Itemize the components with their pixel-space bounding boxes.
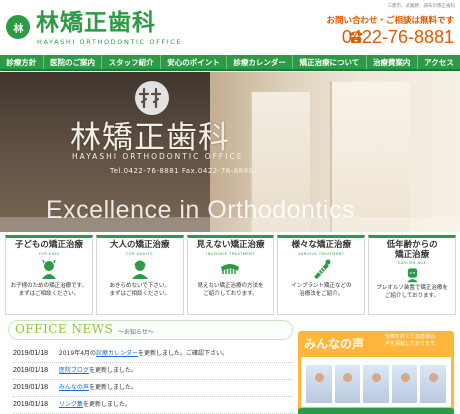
card-subtitle: FOR ADULTS (126, 252, 154, 256)
voices-photo-strip (301, 357, 451, 407)
card-adults[interactable]: 大人の矯正治療 FOR ADULTS あきらめないで下さい。 まずはご相談くださ… (95, 235, 184, 315)
news-date: 2019/01/18 (13, 367, 49, 374)
patient-voices-banner[interactable]: みんなの声 治療を終えた患者様の 声を掲載しております。 (298, 331, 454, 414)
global-nav: 診療方針 医院のご案内 スタッフ紹介 安心のポイント 診療カレンダー 矯正治療に… (0, 55, 460, 71)
news-link[interactable]: リンク集 (59, 401, 83, 408)
card-subtitle: VARIOUS TREATMENT (298, 252, 345, 256)
news-subtitle: ～お知らせ～ (118, 329, 154, 336)
card-subtitle: FOR KIDS (38, 252, 60, 256)
card-invisible[interactable]: 見えない矯正治療 INVISIBLE TREATMENT 見えない矯正治療の方法… (186, 235, 275, 315)
nav-item-calendar[interactable]: 診療カレンダー (227, 55, 294, 69)
news-header: OFFICE NEWS ～お知らせ～ (8, 320, 293, 340)
news-item: 2019/01/18 みんなの声を更新しました。 (13, 380, 293, 397)
news-date: 2019/01/18 (13, 384, 49, 391)
news-text: を更新しました。 (88, 367, 137, 374)
card-title: 低年齢からの (386, 240, 438, 250)
voices-note-line: 治療を終えた患者様の (385, 334, 436, 340)
card-description: 見えない矯正治療の方法を (197, 283, 264, 289)
news-item: 2019/01/18 医院ブログを更新しました。 (13, 363, 293, 380)
phone-number[interactable]: 0422-76-8881 (342, 26, 454, 48)
patient-photo (391, 365, 418, 403)
news-link[interactable]: みんなの声 (59, 384, 89, 391)
card-title: 大人の矯正治療 (109, 240, 170, 250)
card-subtitle: INVISIBLE TREATMENT (206, 252, 255, 256)
nav-item-points[interactable]: 安心のポイント (161, 55, 228, 69)
card-title: 矯正治療 (395, 250, 430, 260)
voices-note-line: 声を掲載しております。 (385, 341, 440, 347)
site-logo-subtitle: HAYASHI ORTHODONTIC OFFICE (37, 38, 183, 46)
hero-sign-name: 林矯正歯科 (70, 120, 230, 156)
card-description: まずはご相談ください。 (18, 291, 80, 297)
patient-photo (334, 365, 361, 403)
nav-item-access[interactable]: アクセス (418, 55, 460, 69)
patient-photo (306, 365, 332, 403)
site-tagline: 三鷹市、武蔵野、調布の矯正歯科 (387, 4, 456, 9)
implant-icon (314, 259, 331, 279)
treatment-cards: 子どもの矯正治療 FOR KIDS お子様のための矯正治療です。 まずはご相談く… (5, 235, 456, 315)
card-description: ご紹介しております。 (203, 291, 258, 297)
news-item: 2019/01/18 2019年4月の診療カレンダーを更新しました。ご確認下さい… (13, 346, 293, 363)
card-title: 様々な矯正治療 (291, 240, 352, 250)
site-header: 林 林矯正歯科 HAYASHI ORTHODONTIC OFFICE 三鷹市、武… (0, 0, 460, 55)
invisible-aligner-icon (221, 264, 240, 274)
nav-item-policy[interactable]: 診療方針 (0, 55, 44, 69)
hero-slogan: Excellence in Orthodontics (46, 196, 355, 224)
card-title: 子どもの矯正治療 (14, 240, 83, 250)
card-description: プレオルソ装置で矯正治療を (376, 285, 448, 291)
logo-mark[interactable]: 林 (6, 15, 30, 39)
news-link[interactable]: 医院ブログ (59, 367, 89, 374)
card-kids[interactable]: 子どもの矯正治療 FOR KIDS お子様のための矯正治療です。 まずはご相談く… (5, 235, 93, 315)
nav-item-orthodontics[interactable]: 矯正治療について (293, 55, 367, 69)
toddler-icon (406, 268, 418, 283)
card-description: 治療法をご紹介。 (299, 291, 344, 297)
card-subtitle: EARLIER AGE (397, 261, 427, 265)
patient-photo (420, 365, 446, 403)
voices-note: 治療を終えた患者様の 声を掲載しております。 (385, 334, 439, 348)
hero-sign-phone: Tel.0422-76-8881 Fax.0422-76-8880 (110, 167, 254, 175)
card-description: まずはご相談ください。 (109, 291, 170, 297)
site-logo-text[interactable]: 林矯正歯科 (36, 9, 156, 37)
news-date: 2019/01/18 (13, 350, 49, 357)
news-date: 2019/01/18 (13, 401, 49, 408)
news-item: 2019/01/18 リンク集を更新しました。 (13, 397, 293, 414)
news-title: OFFICE NEWS (15, 322, 114, 336)
news-link[interactable]: 診療カレンダー (96, 350, 138, 357)
card-description: お子様のための矯正治療です。 (10, 283, 88, 289)
card-early-age[interactable]: 低年齢からの 矯正治療 EARLIER AGE プレオルソ装置で矯正治療を ご紹… (368, 235, 456, 315)
hero-sign-subtitle: HAYASHI ORTHODONTIC OFFICE (72, 152, 244, 161)
hero-logo-mark-icon (135, 81, 169, 115)
news-text: を更新しました。ご確認下さい。 (138, 350, 229, 357)
nav-item-fees[interactable]: 治療費案内 (367, 55, 418, 69)
news-text: を更新しました。 (88, 384, 137, 391)
patient-photo (363, 365, 389, 403)
child-icon (41, 259, 56, 279)
card-title: 見えない矯正治療 (196, 240, 265, 250)
contact-note: お問い合わせ・ご相談は無料です (326, 16, 454, 26)
card-description: インプラント矯正などの (291, 283, 352, 289)
next-banner-edge (298, 408, 454, 414)
hero-banner: 林矯正歯科 HAYASHI ORTHODONTIC OFFICE Tel.042… (0, 72, 460, 232)
card-description: ご紹介しております。 (385, 293, 440, 299)
nav-item-staff[interactable]: スタッフ紹介 (102, 55, 161, 69)
voices-title: みんなの声 (304, 337, 365, 351)
news-text: を更新しました。 (82, 401, 131, 408)
card-various[interactable]: 様々な矯正治療 VARIOUS TREATMENT インプラント矯正などの 治療… (277, 235, 366, 315)
news-list: 2019/01/18 2019年4月の診療カレンダーを更新しました。ご確認下さい… (13, 346, 293, 414)
adult-icon (131, 260, 148, 279)
news-text: 2019年4月の (58, 350, 97, 357)
nav-item-clinic-guide[interactable]: 医院のご案内 (44, 55, 103, 69)
card-description: あきらめないで下さい。 (109, 283, 170, 289)
